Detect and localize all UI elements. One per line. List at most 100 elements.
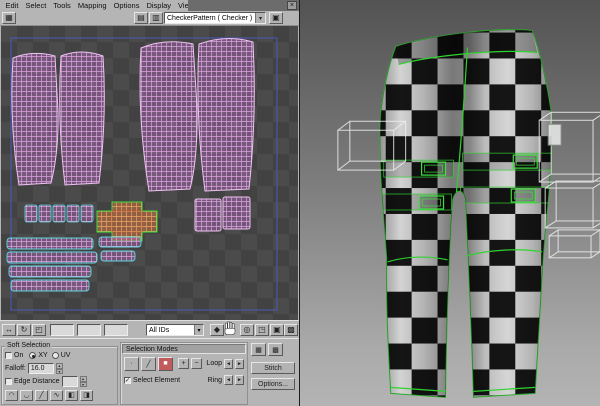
uv-island-leg-panel[interactable] [59,51,105,186]
uv-island-belt-loop[interactable] [38,204,52,223]
options-button[interactable]: Options... [251,378,295,390]
spinner-down-icon[interactable]: ▾ [79,381,87,387]
uvw-toolbar: ▦ ▤ ▥ CheckerPattern ( Checker ) ▾ ▣ [0,11,299,26]
ring-left-icon[interactable]: ◄ [224,375,233,385]
menu-display[interactable]: Display [143,1,175,10]
material-id-dropdown[interactable]: All IDs ▾ [146,324,204,336]
edge-mode-button[interactable]: ╱ [141,356,156,371]
uv-island-strap[interactable] [10,279,90,292]
uv-island-strap[interactable] [8,265,92,278]
shrink-selection-button[interactable]: − [191,358,202,369]
chevron-down-icon[interactable]: ▾ [194,325,203,335]
w-coordinate-field[interactable] [104,324,128,336]
uv-island-belt-loop[interactable] [52,204,66,223]
selection-modes-header[interactable]: Selection Modes [122,344,246,354]
edge-distance-label: Edge Distance [14,378,60,385]
falloff-space-xy-radio[interactable] [29,352,37,359]
soft-selection-on-label: On [14,352,24,359]
falloff-curve-dip-button[interactable]: ◡ [20,389,33,401]
loop-right-icon[interactable]: ► [235,358,244,369]
uv-island-strap[interactable] [6,251,98,264]
falloff-space-uv-label: UV [60,352,71,359]
uv-island-pocket[interactable] [194,198,222,232]
select-element-checkbox[interactable]: ✓ [124,376,131,384]
menu-edit[interactable]: Edit [2,1,22,10]
falloff-curve-wave-button[interactable]: ∿ [50,389,63,401]
edit-uvws-window: Edit Select Tools Mapping Options Displa… [0,0,299,406]
menu-select[interactable]: Select [22,1,50,10]
uv-canvas-svg [1,26,298,320]
uv-island-leg-panel[interactable] [11,52,59,186]
move-tool-icon[interactable]: ↔ [2,324,16,336]
uv-island-belt-loop[interactable] [80,204,94,223]
helper-box [544,180,600,229]
edge-distance-checkbox[interactable] [5,378,12,385]
uv-island-strap[interactable] [6,237,94,250]
show-grid-icon[interactable]: ▦ [2,12,16,24]
perspective-viewport[interactable] [299,0,600,406]
uv-island-belt-loop[interactable] [66,204,80,223]
chevron-down-icon[interactable]: ▾ [255,13,265,23]
texture-dropdown-value: CheckerPattern ( Checker ) [167,14,253,22]
pants-model[interactable] [370,21,561,406]
grow-selection-button[interactable]: + [178,358,189,369]
soft-selection-group: Soft Selection On XY UV Falloff: 16.0 ▴ … [1,342,118,405]
uv-island-pocket[interactable] [222,196,251,230]
uv-island-strap[interactable] [100,250,136,262]
u-coordinate-field[interactable] [50,324,74,336]
face-mode-button[interactable]: ■ [158,356,173,371]
menu-bar: Edit Select Tools Mapping Options Displa… [0,0,194,11]
v-coordinate-field[interactable] [77,324,101,336]
snap-icon[interactable]: ◆ [210,324,224,336]
soft-selection-title: Soft Selection [5,342,53,349]
uvw-bottom-toolbar: ↔ ↻ ◰ All IDs ▾ ◆ ◎ ◳ ▣ ▩ [0,320,299,338]
close-icon[interactable]: × [287,1,297,10]
zoom-region-icon[interactable]: ◳ [255,324,269,336]
rotate-tool-icon[interactable]: ↻ [17,324,31,336]
show-map-icon[interactable]: ▤ [134,12,148,24]
pan-grid-icon[interactable]: ▩ [284,324,298,336]
spinner-down-icon[interactable]: ▾ [55,368,63,374]
ring-right-icon[interactable]: ► [235,375,244,385]
scale-tool-icon[interactable]: ◰ [32,324,46,336]
options-label: Options... [258,380,288,388]
edge-distance-field[interactable] [61,376,78,387]
soft-selection-on-checkbox[interactable] [5,352,12,359]
falloff-field[interactable]: 16.0 [27,363,54,374]
falloff-curve-a-button[interactable]: ◧ [65,389,78,401]
falloff-space-uv-radio[interactable] [51,352,59,359]
uvw-options-panel: Soft Selection On XY UV Falloff: 16.0 ▴ … [0,338,299,406]
falloff-curve-smooth-button[interactable]: ◠ [5,389,18,401]
uv-island-leg-panel[interactable] [139,41,198,192]
ring-label: Ring [207,376,222,384]
edge-distance-spinner[interactable]: ▴ ▾ [79,376,87,387]
loop-label: Loop [206,360,222,367]
loop-left-icon[interactable]: ◄ [224,358,233,369]
vertex-mode-button[interactable]: ∙ [124,356,139,371]
rotate-minus90-icon[interactable]: ▩ [268,343,283,356]
stitch-button[interactable]: Stitch [251,362,295,374]
falloff-curve-b-button[interactable]: ◨ [80,389,93,401]
texture-dropdown[interactable]: CheckerPattern ( Checker ) ▾ [164,12,266,24]
screenshot-root: Edit Select Tools Mapping Options Displa… [0,0,600,406]
select-element-label: Select Element [133,376,181,384]
helper-box [548,229,600,259]
uv-editor-canvas[interactable] [1,26,298,320]
zoom-extents-icon[interactable]: ▣ [270,324,284,336]
falloff-spinner[interactable]: ▴ ▾ [55,363,63,374]
uv-island-belt-loop[interactable] [24,204,38,223]
uv-island-strap[interactable] [98,236,142,248]
titlebar-strip: × [188,0,299,11]
menu-mapping[interactable]: Mapping [74,1,110,10]
pick-texture-icon[interactable]: ▣ [269,12,283,24]
panel-right-column: ▦ ▩ Stitch Options... [251,343,297,405]
menu-options[interactable]: Options [110,1,143,10]
selection-modes-group: Selection Modes ∙ ╱ ■ + − Loop ◄ ► ✓ Sel… [120,342,248,405]
zoom-icon[interactable]: ◎ [240,324,254,336]
falloff-curve-linear-button[interactable]: ╱ [35,389,48,401]
uv-island-leg-panel[interactable] [197,38,255,192]
menu-tools[interactable]: Tools [50,1,75,10]
rotate-plus90-icon[interactable]: ▦ [251,343,266,356]
stitch-label: Stitch [264,364,282,372]
uv-channel-icon[interactable]: ▥ [149,12,163,24]
